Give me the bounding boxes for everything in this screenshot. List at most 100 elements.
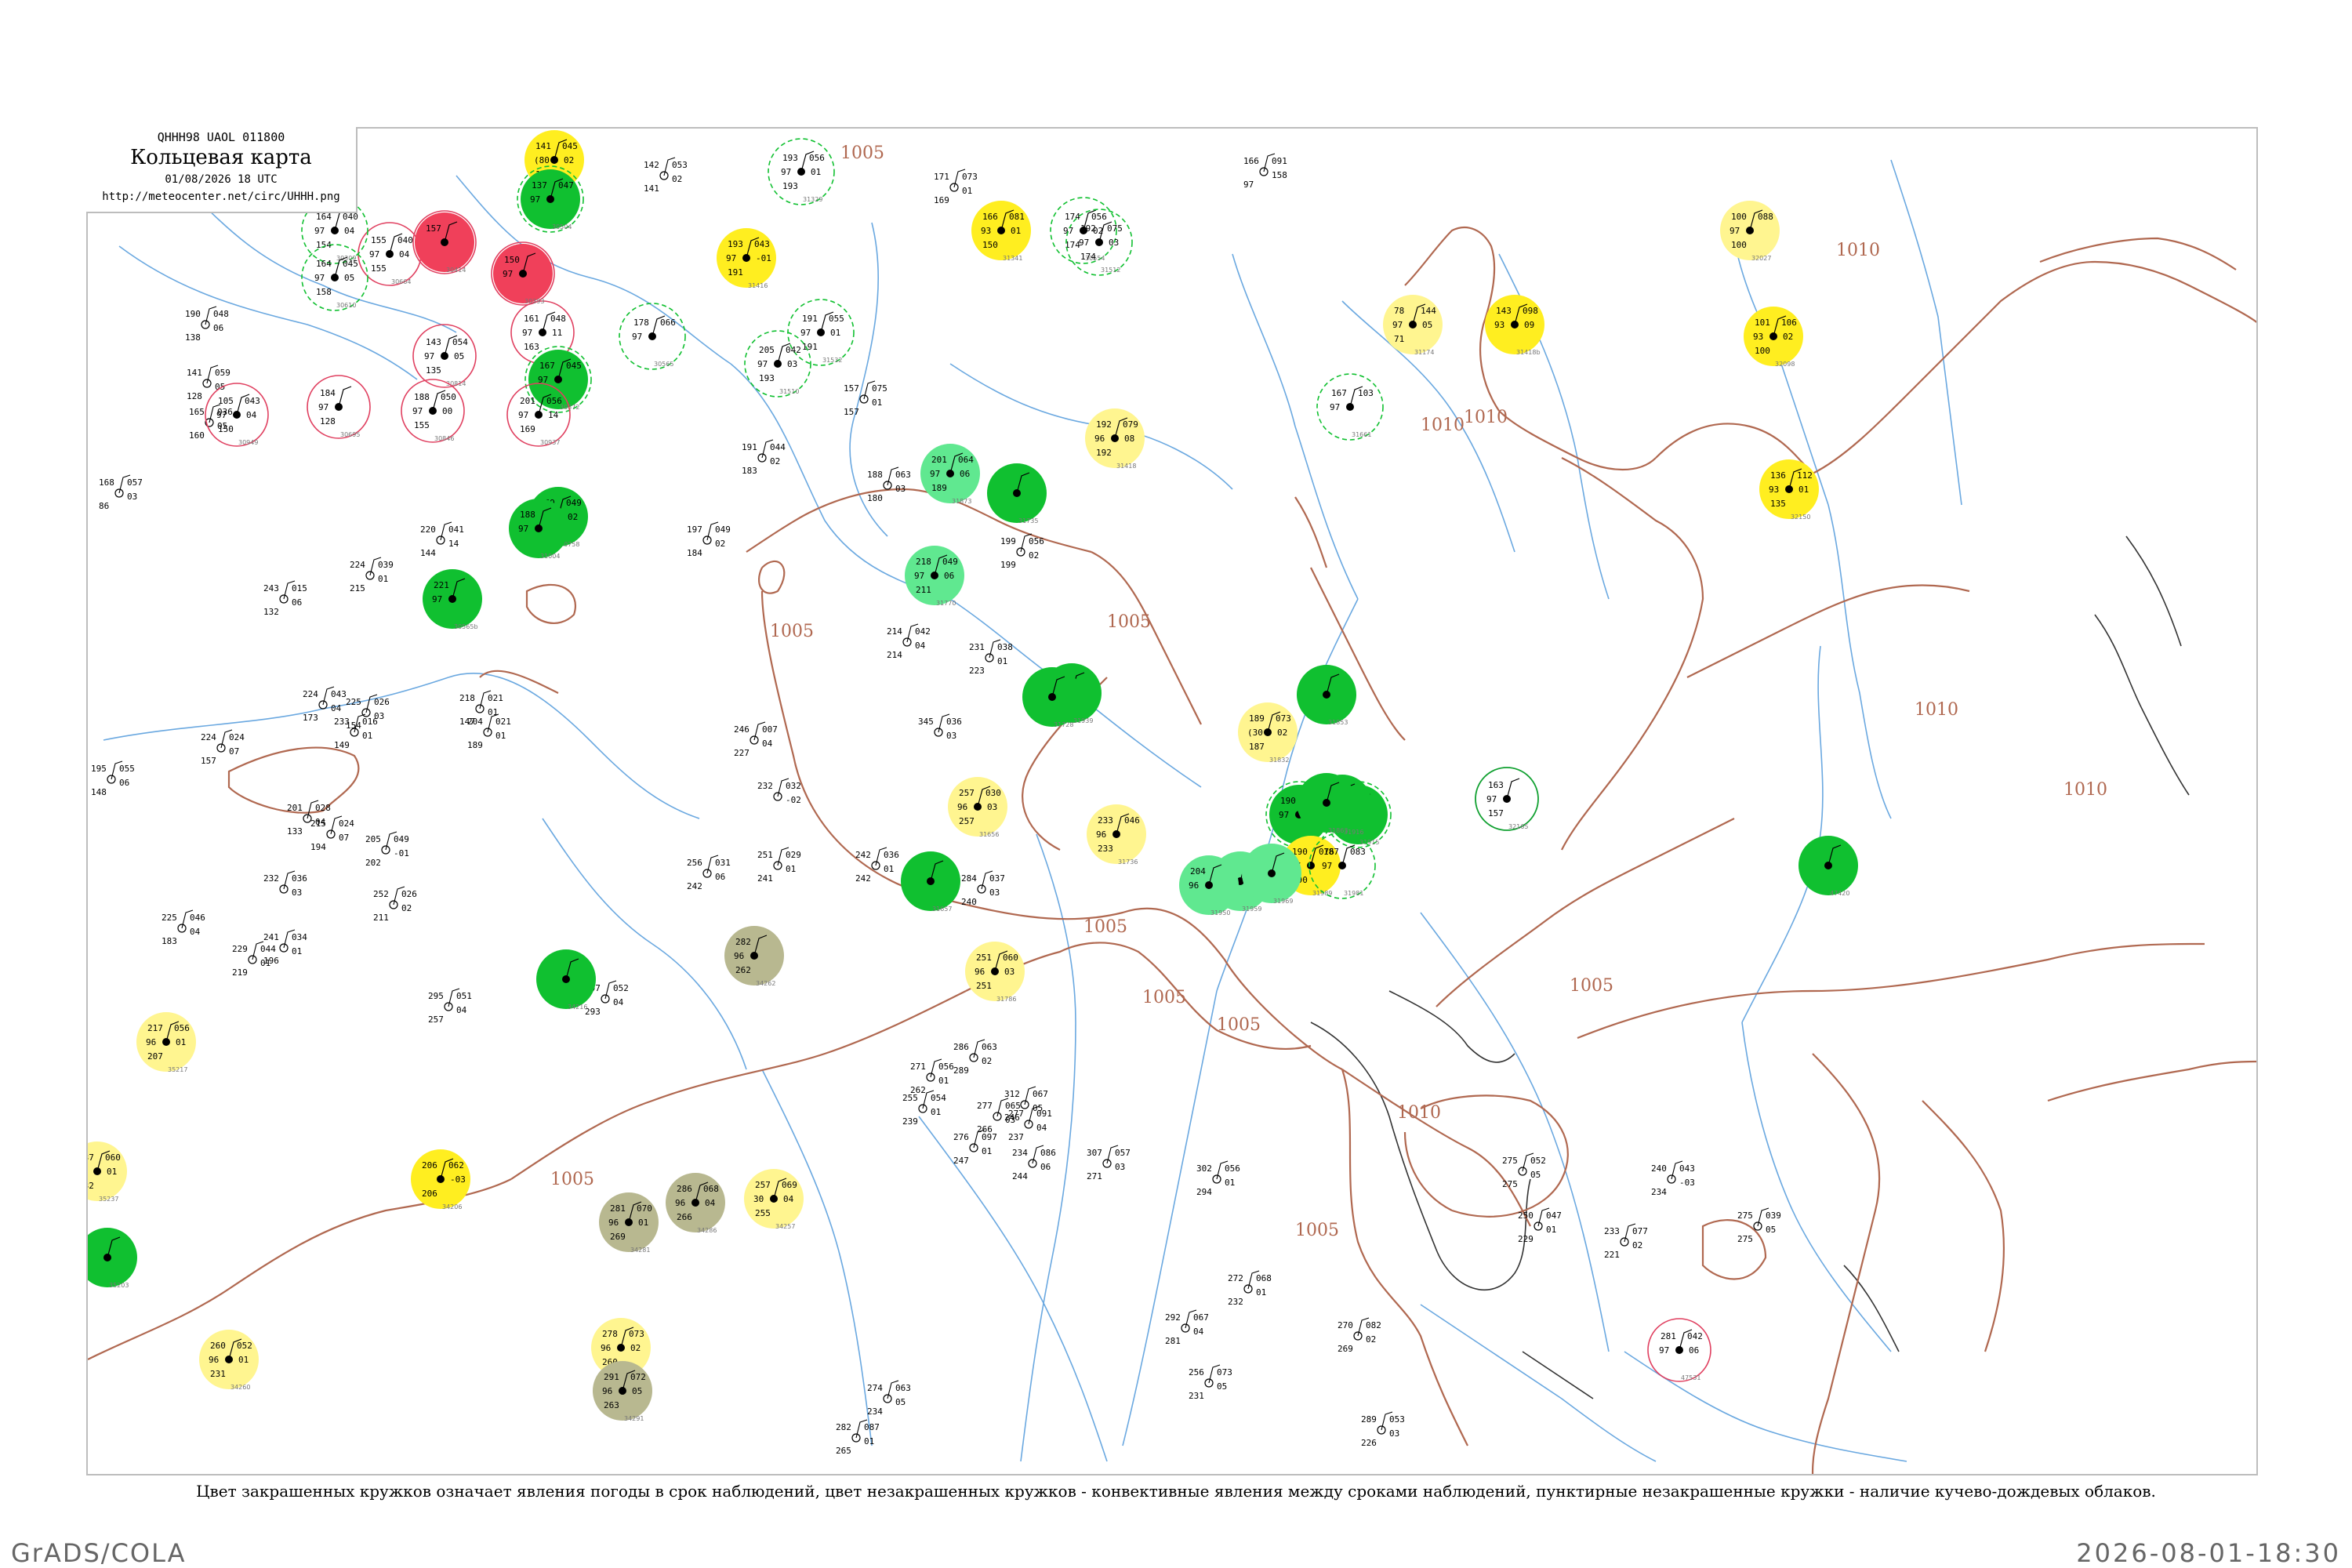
- station-value-top: 163: [1488, 780, 1504, 790]
- station-plot[interactable]: 229 044 219 01: [232, 941, 276, 978]
- station-circle-34286[interactable]: 286 96 266 068 04 34286: [666, 1173, 725, 1234]
- station-circle-31786[interactable]: 251 96 251 060 03 31786: [965, 942, 1025, 1003]
- station-plot[interactable]: 286 063 289 02: [953, 1039, 997, 1076]
- station-plot[interactable]: 166 091 97 158: [1243, 153, 1287, 190]
- station-plot[interactable]: 197 049 184 02: [687, 521, 731, 558]
- station-plot[interactable]: 225 046 183 04: [162, 909, 205, 946]
- station-circle-31657[interactable]: 31657: [901, 851, 960, 913]
- station-circle-34291[interactable]: 291 96 263 072 05 34291: [593, 1361, 652, 1422]
- station-circle-30949[interactable]: 105 97 150 043 04 30949: [205, 383, 269, 447]
- station-plot[interactable]: 272 068 232 01: [1228, 1270, 1272, 1307]
- station-plot[interactable]: 252 026 211 02: [373, 886, 417, 923]
- station-plot[interactable]: 231 038 223 01: [969, 639, 1013, 676]
- station-plot[interactable]: 345 036 03: [918, 713, 962, 741]
- station-plot[interactable]: 276 097 247 01: [953, 1129, 997, 1166]
- station-plot[interactable]: 289 053 226 03: [1361, 1411, 1405, 1448]
- station-plot[interactable]: 232 032 -02: [757, 778, 801, 805]
- station-circle-30414[interactable]: 157 30414: [412, 210, 477, 274]
- station-circle-31418[interactable]: 192 96 192 079 08 31418: [1085, 408, 1145, 470]
- station-plot[interactable]: 233 077 221 02: [1604, 1223, 1648, 1260]
- station-plot[interactable]: 246 007 227 04: [734, 721, 778, 758]
- station-plot[interactable]: 270 082 269 02: [1338, 1317, 1381, 1354]
- station-circle-31735[interactable]: 31735: [987, 463, 1047, 524]
- station-plot[interactable]: 220 041 144 14: [420, 521, 464, 558]
- station-circle-31341[interactable]: 166 93 150 081 01 31341: [971, 201, 1031, 262]
- station-circle-34281[interactable]: 281 96 269 070 01 34281: [599, 1192, 659, 1254]
- station-circle-30814[interactable]: 143971350540530814: [412, 324, 477, 388]
- station-circle-30846[interactable]: 188 97 155 050 00 30846: [401, 379, 465, 443]
- station-plot[interactable]: 195 055 148 06: [91, 760, 135, 797]
- station-circle-34260[interactable]: 260 96 231 052 01 34260: [199, 1330, 259, 1391]
- station-plot[interactable]: 282 087 265 01: [836, 1419, 880, 1456]
- station-plot[interactable]: 199 056 199 02: [1000, 533, 1044, 570]
- station-plot[interactable]: 307 057 271 03: [1087, 1145, 1131, 1181]
- station-circle-32150[interactable]: 136 93 135 112 01 32150: [1759, 459, 1819, 521]
- station-circle-47531[interactable]: 281 97 042 06 47531: [1647, 1318, 1711, 1382]
- station-circle-30565b[interactable]: 221 97 30565b: [423, 569, 482, 630]
- station-plot[interactable]: 224 024 157 07: [201, 729, 245, 766]
- station-circle-31770[interactable]: 218 97 211 049 06 31770: [905, 546, 964, 607]
- station-plot[interactable]: 274 063 234 05: [867, 1380, 911, 1417]
- station-plot[interactable]: 295 051 257 04: [428, 988, 472, 1025]
- station-circle-31853[interactable]: 31853: [1297, 665, 1356, 726]
- station-plot[interactable]: 251 029 241 01: [757, 847, 801, 884]
- station-plot[interactable]: 284 037 240 03: [961, 870, 1005, 907]
- station-plot[interactable]: 240 043 234 -03: [1651, 1160, 1695, 1197]
- station-circle-35203[interactable]: 35203: [88, 1228, 137, 1289]
- map-url[interactable]: http://meteocenter.net/circ/UHHH.png: [86, 188, 356, 205]
- station-circle-31832[interactable]: 189 (30 187 073 02 31832: [1238, 702, 1298, 764]
- station-plot[interactable]: 242 036 242 01: [855, 847, 899, 884]
- station-plot[interactable]: 168 057 86 03: [99, 474, 143, 511]
- station-plot[interactable]: 256 073 231 05: [1189, 1364, 1232, 1401]
- station-plot[interactable]: 255 054 239 01: [902, 1090, 946, 1127]
- station-circle-30504[interactable]: 137 97 047 30504: [517, 165, 584, 233]
- station-plot[interactable]: 171 073 169 01: [934, 169, 978, 205]
- station-circle-32165[interactable]: 163 97 157 32165: [1475, 767, 1539, 831]
- station-circle-31004[interactable]: 188 97 31004: [509, 499, 568, 560]
- generation-timestamp: 2026-08-01-18:30: [2076, 1538, 2341, 1568]
- station-circle-31418b[interactable]: 143 93 098 09 31418b: [1485, 295, 1544, 356]
- station-plot[interactable]: 275 052 275 05: [1502, 1152, 1546, 1189]
- station-circle-31416[interactable]: 193 97 191 043 -01 31416: [717, 228, 776, 289]
- station-plot[interactable]: 142 053 141 02: [644, 157, 688, 194]
- station-plot[interactable]: 190 048 138 06: [185, 306, 229, 343]
- station-circle-30393[interactable]: 150 97 30393: [491, 241, 555, 306]
- station-plot[interactable]: 157 075 157 01: [844, 380, 887, 417]
- station-plot[interactable]: 250 047 229 01: [1518, 1207, 1562, 1244]
- station-plot[interactable]: 243 015 132 06: [263, 580, 307, 617]
- station-plot[interactable]: 233 016 149 01: [334, 713, 378, 750]
- station-plot[interactable]: 188 063 180 03: [867, 466, 911, 503]
- station-circle-34262[interactable]: 282 96 262 34262: [724, 926, 784, 987]
- station-plot[interactable]: 275 039 275 05: [1737, 1207, 1781, 1244]
- station-plot[interactable]: 224 039 215 01: [350, 557, 394, 593]
- station-circle-32027[interactable]: 100 97 100 088 32027: [1720, 201, 1780, 262]
- station-plot[interactable]: 205 049 202 -01: [365, 831, 409, 868]
- station-circle-31661[interactable]: 167 97 103 31661: [1316, 373, 1384, 441]
- station-plot[interactable]: 214 042 214 04: [887, 623, 931, 660]
- station-circle-31873[interactable]: 201 97 189 064 06 31873: [920, 444, 980, 505]
- station-circle-31174[interactable]: 78 97 71 144 05 31174: [1383, 295, 1443, 356]
- station-circle-34206[interactable]: 206 206 062 -03 34206: [411, 1149, 470, 1210]
- station-plot[interactable]: 204 021 189 01: [467, 713, 511, 750]
- station-circle-31532[interactable]: 191 97 191 055 01 31532: [787, 299, 855, 366]
- station-circle-31736[interactable]: 233 96 233 046 31736: [1087, 804, 1146, 866]
- station-circle-35217[interactable]: 217 96 207 056 01 35217: [136, 1012, 196, 1073]
- station-circle-35237[interactable]: 237962320600135237: [88, 1142, 127, 1203]
- station-circle-32098[interactable]: 101 93 100 106 02 32098: [1744, 307, 1803, 368]
- station-circle-31329[interactable]: 193 97 193 056 01 31329: [768, 138, 835, 205]
- station-plot[interactable]: 292 067 281 04: [1165, 1309, 1209, 1346]
- station-plot[interactable]: 256 031 242 06: [687, 855, 731, 891]
- station-circle-34216[interactable]: 34216: [536, 949, 596, 1011]
- station-circle-30610[interactable]: 164 97 158 045 05 30610: [301, 244, 368, 311]
- station-plot[interactable]: 191 044 183 02: [742, 439, 786, 476]
- station-circle-34257[interactable]: 257 30 255 069 04 34257: [744, 1169, 804, 1230]
- station-circle-31656[interactable]: 257 96 257 030 03 31656: [948, 777, 1007, 838]
- station-circle-30695[interactable]: 184 97 128 30695: [307, 375, 371, 439]
- station-plot[interactable]: 234 086 244 06: [1012, 1145, 1056, 1181]
- station-plot[interactable]: 271 05626201: [910, 1058, 954, 1095]
- station-circle-30565[interactable]: 178 97 066 30565: [619, 303, 686, 370]
- station-plot[interactable]: 232 036 03: [263, 870, 307, 898]
- station-plot[interactable]: 215 024 194 07: [310, 815, 354, 852]
- station-circle-31510[interactable]: 205 97 193 042 03 31510: [744, 330, 811, 397]
- station-plot[interactable]: 302 056 294 01: [1196, 1160, 1240, 1197]
